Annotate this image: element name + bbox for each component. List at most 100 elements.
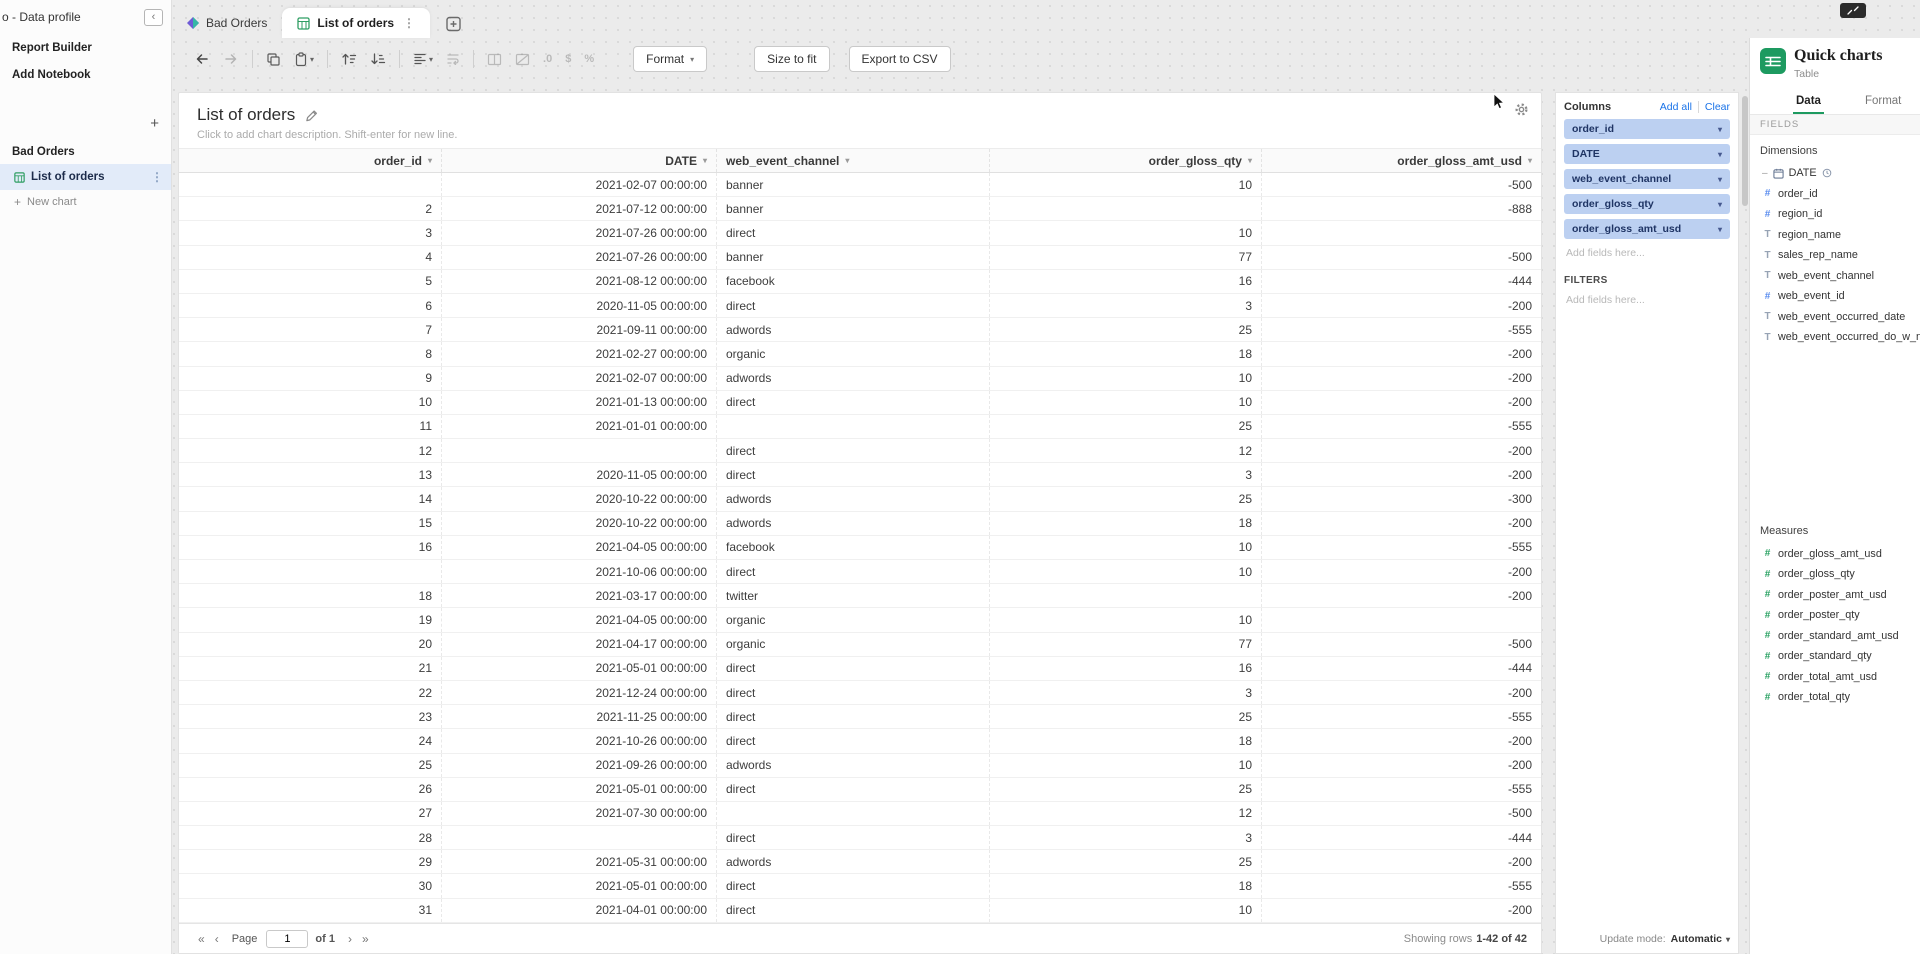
- table-cell[interactable]: -200: [1262, 681, 1541, 704]
- add-notebook-link[interactable]: Add Notebook: [0, 61, 171, 88]
- table-cell[interactable]: 2021-02-27 00:00:00: [442, 342, 717, 365]
- vertical-scrollbar[interactable]: [1742, 96, 1748, 206]
- text-wrap-icon[interactable]: [446, 49, 460, 69]
- table-cell[interactable]: 7: [179, 318, 442, 341]
- table-cell[interactable]: 77: [990, 246, 1262, 269]
- table-cell[interactable]: 10: [179, 391, 442, 414]
- size-to-fit-button[interactable]: Size to fit: [754, 46, 829, 72]
- columns-add-fields-placeholder[interactable]: Add fields here...: [1566, 247, 1728, 259]
- table-cell[interactable]: [990, 584, 1262, 607]
- copy-icon[interactable]: [266, 49, 281, 69]
- table-cell[interactable]: 13: [179, 463, 442, 486]
- add-all-link[interactable]: Add all: [1660, 101, 1692, 113]
- table-cell[interactable]: 20: [179, 633, 442, 656]
- tab-list-of-orders[interactable]: List of orders ⋮: [282, 8, 430, 38]
- table-cell[interactable]: -555: [1262, 778, 1541, 801]
- table-cell[interactable]: -300: [1262, 487, 1541, 510]
- table-cell[interactable]: banner: [717, 246, 990, 269]
- table-cell[interactable]: [1262, 221, 1541, 244]
- table-cell[interactable]: direct: [717, 221, 990, 244]
- edit-title-icon[interactable]: [305, 109, 318, 122]
- clear-formatting-icon[interactable]: [515, 49, 530, 69]
- column-pill[interactable]: order_gloss_qty▾: [1564, 194, 1730, 214]
- table-cell[interactable]: direct: [717, 439, 990, 462]
- table-cell[interactable]: adwords: [717, 512, 990, 535]
- table-cell[interactable]: adwords: [717, 754, 990, 777]
- percent-format-icon[interactable]: %: [584, 49, 594, 69]
- chart-title[interactable]: List of orders: [197, 105, 295, 125]
- table-cell[interactable]: 2021-08-12 00:00:00: [442, 270, 717, 293]
- dimension-item[interactable]: #region_id: [1750, 204, 1920, 225]
- table-cell[interactable]: facebook: [717, 270, 990, 293]
- table-cell[interactable]: 25: [990, 778, 1262, 801]
- table-cell[interactable]: 26: [179, 778, 442, 801]
- dimension-item[interactable]: Tweb_event_channel: [1750, 265, 1920, 286]
- table-cell[interactable]: -200: [1262, 754, 1541, 777]
- tab-format[interactable]: Format: [1865, 95, 1901, 107]
- table-cell[interactable]: direct: [717, 778, 990, 801]
- table-cell[interactable]: 3: [990, 294, 1262, 317]
- format-dropdown[interactable]: Format ▾: [633, 46, 707, 72]
- dimension-item[interactable]: #order_id: [1750, 183, 1920, 204]
- table-cell[interactable]: 25: [990, 850, 1262, 873]
- table-cell[interactable]: 2021-09-26 00:00:00: [442, 754, 717, 777]
- table-cell[interactable]: 21: [179, 657, 442, 680]
- measure-item[interactable]: #order_gloss_qty: [1750, 564, 1920, 585]
- item-menu-icon[interactable]: ⋮: [151, 170, 163, 184]
- table-cell[interactable]: 10: [990, 754, 1262, 777]
- table-cell[interactable]: direct: [717, 681, 990, 704]
- chart-description-placeholder[interactable]: Click to add chart description. Shift-en…: [197, 129, 1541, 141]
- table-cell[interactable]: 27: [179, 802, 442, 825]
- table-cell[interactable]: 11: [179, 415, 442, 438]
- table-cell[interactable]: 18: [990, 342, 1262, 365]
- column-header[interactable]: DATE▾: [442, 149, 717, 172]
- table-cell[interactable]: 9: [179, 367, 442, 390]
- table-cell[interactable]: -200: [1262, 512, 1541, 535]
- table-cell[interactable]: 14: [179, 487, 442, 510]
- table-cell[interactable]: 25: [990, 487, 1262, 510]
- table-cell[interactable]: 10: [990, 608, 1262, 631]
- add-item-button[interactable]: +: [150, 116, 159, 131]
- table-cell[interactable]: 2021-07-26 00:00:00: [442, 246, 717, 269]
- dimension-item[interactable]: –DATE: [1750, 163, 1920, 184]
- table-cell[interactable]: banner: [717, 197, 990, 220]
- table-cell[interactable]: -200: [1262, 729, 1541, 752]
- table-cell[interactable]: adwords: [717, 487, 990, 510]
- table-cell[interactable]: -200: [1262, 463, 1541, 486]
- table-cell[interactable]: -200: [1262, 342, 1541, 365]
- dimension-item[interactable]: Tregion_name: [1750, 224, 1920, 245]
- table-cell[interactable]: -500: [1262, 802, 1541, 825]
- table-cell[interactable]: 25: [990, 705, 1262, 728]
- update-mode-dropdown[interactable]: Automatic ▾: [1671, 933, 1730, 945]
- table-cell[interactable]: 31: [179, 899, 442, 922]
- new-tab-icon[interactable]: [446, 16, 463, 32]
- measure-item[interactable]: #order_total_amt_usd: [1750, 666, 1920, 687]
- sort-chevron-icon[interactable]: ▾: [845, 156, 849, 165]
- table-cell[interactable]: 4: [179, 246, 442, 269]
- undo-icon[interactable]: [194, 49, 210, 69]
- table-cell[interactable]: 28: [179, 826, 442, 849]
- table-cell[interactable]: 6: [179, 294, 442, 317]
- table-cell[interactable]: 77: [990, 633, 1262, 656]
- table-cell[interactable]: 16: [990, 657, 1262, 680]
- table-cell[interactable]: [990, 197, 1262, 220]
- table-cell[interactable]: 2021-05-01 00:00:00: [442, 874, 717, 897]
- table-cell[interactable]: 2021-07-12 00:00:00: [442, 197, 717, 220]
- sort-chevron-icon[interactable]: ▾: [703, 156, 707, 165]
- table-cell[interactable]: 15: [179, 512, 442, 535]
- table-cell[interactable]: [179, 173, 442, 196]
- table-cell[interactable]: 2021-07-26 00:00:00: [442, 221, 717, 244]
- redo-icon[interactable]: [223, 49, 239, 69]
- paste-icon[interactable]: ▾: [294, 49, 314, 69]
- table-cell[interactable]: twitter: [717, 584, 990, 607]
- table-cell[interactable]: 2021-12-24 00:00:00: [442, 681, 717, 704]
- table-cell[interactable]: adwords: [717, 318, 990, 341]
- column-header[interactable]: order_gloss_amt_usd▾: [1262, 149, 1541, 172]
- align-icon[interactable]: ▾: [413, 49, 433, 69]
- table-cell[interactable]: 3: [990, 463, 1262, 486]
- pill-dropdown-icon[interactable]: ▾: [1718, 200, 1722, 209]
- table-cell[interactable]: 2021-07-30 00:00:00: [442, 802, 717, 825]
- table-cell[interactable]: [717, 802, 990, 825]
- column-pill[interactable]: web_event_channel▾: [1564, 169, 1730, 189]
- sort-chevron-icon[interactable]: ▾: [1528, 156, 1532, 165]
